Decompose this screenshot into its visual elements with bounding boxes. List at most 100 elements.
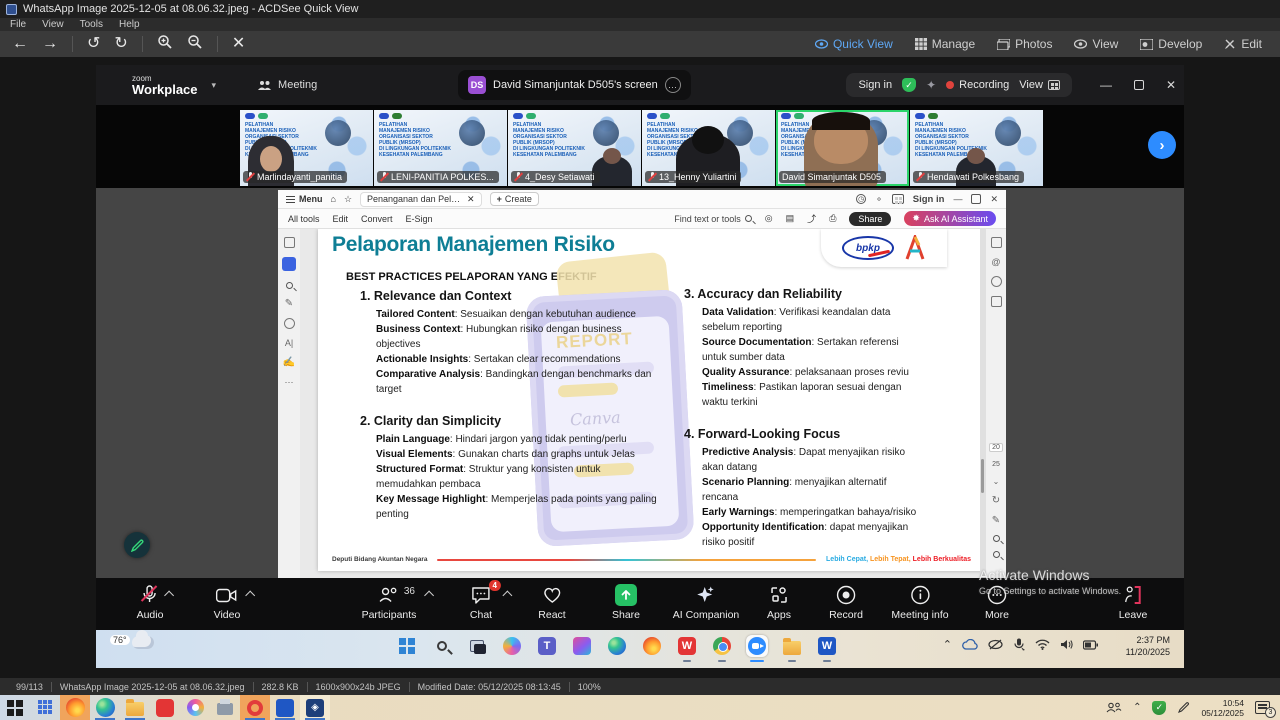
close-tab-icon[interactable]: ✕ [467,194,475,205]
rotate-left-icon[interactable]: ↺ [87,36,100,52]
star-icon[interactable]: ☆ [344,194,352,205]
edge-icon[interactable] [606,635,628,657]
more-options-icon[interactable]: ... [665,77,681,93]
notification-center-icon[interactable]: 3 [1255,701,1270,714]
acrobat-minimize[interactable]: — [953,194,962,204]
restore-button[interactable] [1134,80,1144,90]
ai-sparkle-icon[interactable]: ✦ [926,78,936,92]
zoom-in-page-icon[interactable] [993,535,1000,542]
outer-clock[interactable]: 10:54 05/12/2025 [1201,698,1244,718]
menu-tools[interactable]: Tools [80,19,103,30]
wifi-icon[interactable] [1035,639,1050,650]
rotate-right-icon[interactable]: ↻ [114,36,127,52]
print-icon[interactable]: ⎙ [829,213,836,224]
active-tool-icon[interactable] [282,257,296,271]
menu-help[interactable]: Help [119,19,140,30]
read-aloud-icon[interactable]: ◎ [765,213,773,224]
firefox-icon-outer[interactable] [60,695,90,720]
tool-convert[interactable]: Convert [361,214,393,224]
participant-tile[interactable]: PELATIHAN MANAJEMEN RISIKO ORGANISASI SE… [374,110,507,186]
page-indicator[interactable]: 20 [989,443,1003,452]
wps-office-icon-outer[interactable] [150,695,180,720]
acrobat-sign-in[interactable]: Sign in [913,194,945,205]
bookmark-panel-icon[interactable] [991,237,1002,248]
mode-manage[interactable]: Manage [915,37,975,51]
collapse-icon[interactable]: ⌄ [993,477,1000,486]
refresh-icon[interactable]: ↻ [992,495,1000,506]
zoom-out-page-icon[interactable] [993,551,1000,558]
zoom-out-icon[interactable] [187,34,203,54]
video-button[interactable]: Video [214,584,241,621]
start-button[interactable] [396,635,418,657]
participant-tile[interactable]: PELATIHAN MANAJEMEN RISIKO ORGANISASI SE… [642,110,775,186]
tool-esign[interactable]: E-Sign [406,214,433,224]
participant-tile[interactable]: PELATIHAN MANAJEMEN RISIKO ORGANISASI SE… [508,110,641,186]
security-shield-icon[interactable]: ✓ [902,78,916,92]
opera-icon[interactable] [240,695,270,720]
audio-button[interactable]: Audio [137,584,164,621]
apps-button[interactable]: Apps [767,584,791,621]
next-participants-button[interactable]: › [1148,131,1176,159]
search-button[interactable] [431,635,453,657]
menu-view[interactable]: View [42,19,64,30]
page-thumbnails-icon[interactable] [284,237,295,248]
weather-widget[interactable]: 76° [110,636,154,649]
task-view-button[interactable] [466,635,488,657]
ai-companion-button[interactable]: AI Companion [673,584,740,621]
mode-edit[interactable]: Edit [1224,37,1262,51]
chat-chevron[interactable] [503,591,513,601]
chevron-down-icon[interactable]: ▾ [212,80,217,91]
chat-button[interactable]: 4 Chat [470,584,492,621]
attachment-panel-icon[interactable] [991,296,1002,307]
participant-tile[interactable]: PELATIHAN MANAJEMEN RISIKO ORGANISASI SE… [240,110,373,186]
zoom-app-icon[interactable] [746,635,768,657]
app-grid-icon[interactable] [30,695,60,720]
back-icon[interactable]: ← [12,36,28,52]
annotate-pencil-icon[interactable]: ✎ [992,515,1000,526]
volume-icon[interactable] [1060,639,1073,650]
teams-icon[interactable]: T [536,635,558,657]
more-tools-icon[interactable]: ⋯ [285,377,294,388]
page-indicator[interactable]: 25 [990,461,1002,468]
bell-icon[interactable]: ⚬ [875,194,883,205]
tray-chevron-outer-icon[interactable]: ⌃ [1133,702,1141,713]
react-button[interactable]: React [538,584,565,621]
share-screen-button[interactable]: Share [612,584,640,621]
upload-icon[interactable]: ⤴ [807,212,816,225]
wps-office-icon[interactable]: W [676,635,698,657]
antivirus-shield-icon[interactable]: ✓ [1152,701,1166,715]
signature-tool-icon[interactable]: ✍ [283,357,295,368]
tray-chevron-icon[interactable]: ⌃ [943,638,952,651]
ask-ai-assistant-button[interactable]: ✸Ask AI Assistant [904,211,996,226]
firefox-icon[interactable] [641,635,663,657]
tool-all-tools[interactable]: All tools [288,214,320,224]
share-button[interactable]: Share [849,212,891,226]
stamp-panel-icon[interactable] [991,276,1002,287]
word-icon-outer[interactable] [270,695,300,720]
file-explorer-icon-outer[interactable] [120,695,150,720]
home-icon[interactable]: ⌂ [331,194,336,204]
save-icon[interactable]: ▤ [786,213,795,224]
record-button[interactable]: Record [829,584,863,621]
more-button[interactable]: More [985,584,1009,621]
document-scrollbar[interactable] [980,229,985,578]
start-button-outer[interactable] [0,695,30,720]
zoom-tool-icon[interactable] [286,282,293,289]
microphone-tray-icon[interactable] [1013,638,1025,651]
participants-chevron[interactable] [425,591,435,601]
document-canvas[interactable]: REPORT Canva Pelaporan Manajemen Risiko [300,229,985,578]
video-options-chevron[interactable] [246,591,256,601]
find-text-button[interactable]: Find text or tools [674,214,752,224]
pen-tray-icon[interactable] [1177,701,1190,714]
history-icon[interactable]: ◷ [856,194,866,204]
word-icon[interactable]: W [816,635,838,657]
battery-icon[interactable] [1083,640,1098,650]
chrome-icon[interactable] [711,635,733,657]
copilot-icon[interactable] [501,635,523,657]
inner-clock[interactable]: 2:37 PM 11/20/2025 [1126,634,1170,658]
tab-shared-screen[interactable]: DS David Simanjuntak D505's screen ... [458,70,691,100]
participants-button[interactable]: 36 Participants [362,584,417,621]
pencil-tool-icon[interactable]: ✎ [285,298,293,309]
tab-meeting[interactable]: Meeting [258,79,317,91]
close-image-icon[interactable]: ✕ [232,36,245,52]
